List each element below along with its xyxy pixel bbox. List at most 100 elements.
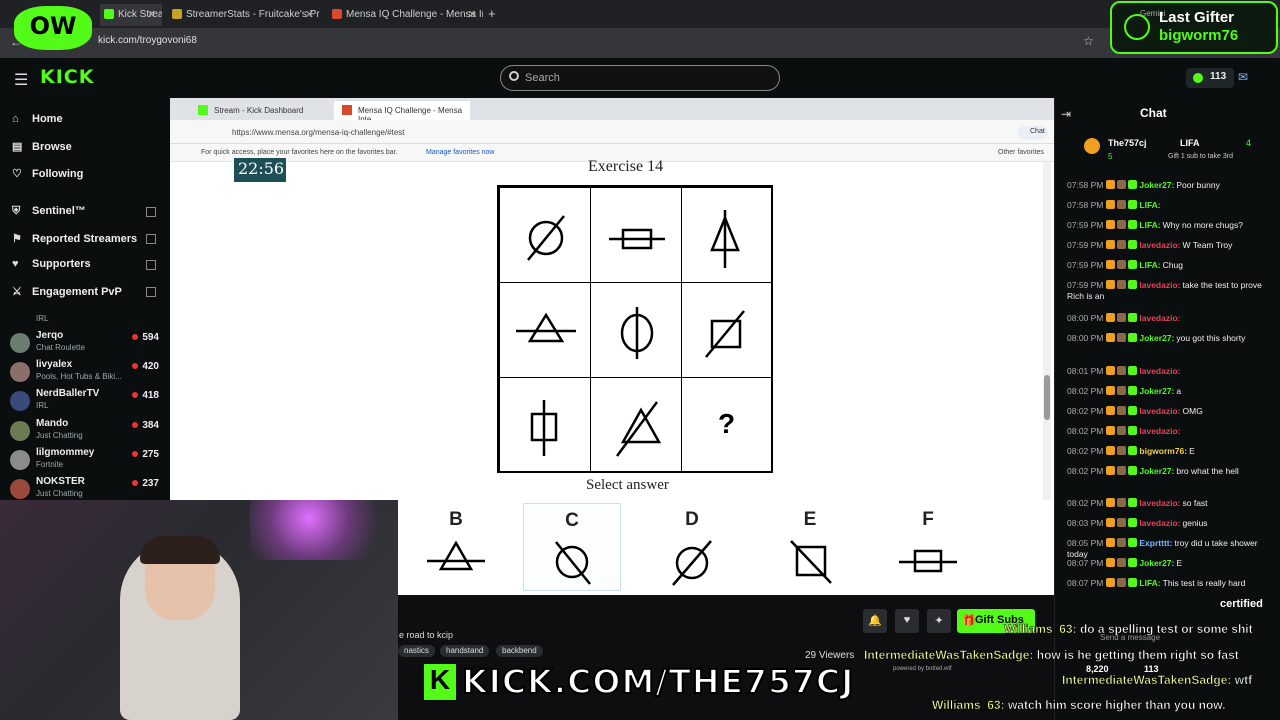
chat-message[interactable]: 08:00 PM lavedazio: bbox=[1067, 313, 1272, 324]
address-bar[interactable]: kick.com/troygovoni68 bbox=[98, 35, 197, 46]
rival-gifter-name: LIFA bbox=[1180, 138, 1200, 148]
chat-timestamp: 08:02 PM bbox=[1067, 466, 1104, 476]
sidebar-item-engagement-pvp[interactable]: ⚔ Engagement PvP bbox=[12, 285, 122, 298]
chat-message[interactable]: 08:05 PM Exprtttt: troy did u take shower … bbox=[1067, 538, 1272, 560]
scrollbar-thumb[interactable] bbox=[1044, 375, 1050, 420]
chat-message[interactable]: 08:02 PM lavedazio: so fast bbox=[1067, 498, 1272, 509]
chat-timestamp: 08:01 PM bbox=[1067, 366, 1104, 376]
chat-username[interactable]: Exprtttt: bbox=[1139, 538, 1172, 548]
kick-logo[interactable]: KICK bbox=[40, 66, 94, 88]
chat-username[interactable]: Joker27: bbox=[1139, 180, 1174, 190]
inner-tab-mensa[interactable]: Mensa IQ Challenge - Mensa Inte bbox=[334, 101, 470, 124]
gift-badge-icon bbox=[1128, 280, 1138, 289]
other-favorites[interactable]: Other favorites bbox=[998, 149, 1044, 156]
chat-username[interactable]: bigworm76: bbox=[1139, 446, 1187, 456]
channel-item[interactable]: lilgmommey Fortnite 275 bbox=[10, 447, 165, 475]
chat-username[interactable]: lavedazio: bbox=[1139, 498, 1180, 508]
chat-message[interactable]: 08:02 PM Joker27: a bbox=[1067, 386, 1272, 397]
chat-message[interactable]: 08:02 PM lavedazio: bbox=[1067, 426, 1272, 437]
manage-favorites-link[interactable]: Manage favorites now bbox=[426, 149, 494, 156]
close-icon[interactable]: ✕ bbox=[468, 8, 477, 21]
chat-timestamp: 08:07 PM bbox=[1067, 558, 1104, 568]
answer-option-c[interactable]: C bbox=[523, 503, 621, 591]
channel-item[interactable]: Jerqo Chat Roulette 594 bbox=[10, 330, 165, 358]
chat-message[interactable]: 07:59 PM LIFA: Chug bbox=[1067, 260, 1272, 271]
external-link-icon[interactable] bbox=[146, 287, 156, 297]
chat-username[interactable]: LIFA: bbox=[1139, 200, 1160, 210]
sub-badge-icon bbox=[1117, 446, 1127, 455]
chat-message[interactable]: 08:02 PM bigworm76: E bbox=[1067, 446, 1272, 457]
sidebar-item-following[interactable]: ♡ Following bbox=[12, 167, 83, 180]
chat-username[interactable]: lavedazio: bbox=[1139, 518, 1180, 528]
chat-username[interactable]: LIFA: bbox=[1139, 220, 1160, 230]
sidebar-item-reported-streamers[interactable]: ⚑ Reported Streamers bbox=[12, 232, 137, 245]
chat-message[interactable]: 07:59 PM lavedazio: take the test to prove… bbox=[1067, 280, 1272, 302]
copilot-chat-button[interactable]: Chat bbox=[1018, 126, 1048, 139]
notifications-icon[interactable]: ✉ bbox=[1238, 70, 1248, 84]
streamerstats-favicon-icon bbox=[172, 9, 182, 19]
chat-username[interactable]: LIFA: bbox=[1139, 578, 1160, 588]
chat-message[interactable]: 08:02 PM lavedazio: OMG bbox=[1067, 406, 1272, 417]
answer-option-d[interactable]: D bbox=[643, 503, 741, 591]
chat-username[interactable]: Joker27: bbox=[1139, 558, 1174, 568]
chat-username[interactable]: LIFA: bbox=[1139, 260, 1160, 270]
channel-item[interactable]: NerdBallerTV IRL 418 bbox=[10, 388, 165, 416]
chat-username[interactable]: lavedazio: bbox=[1139, 240, 1180, 250]
browser-tab-mensa[interactable]: Mensa IQ Challenge - Mensa In ✕ bbox=[328, 4, 483, 26]
close-icon[interactable]: ✕ bbox=[147, 8, 156, 21]
chat-message[interactable]: 07:59 PM lavedazio: W Team Troy bbox=[1067, 240, 1272, 251]
bookmark-star-icon[interactable]: ☆ bbox=[1083, 34, 1094, 48]
stream-tag[interactable]: backbend bbox=[496, 645, 543, 657]
browser-tab-kick[interactable]: Kick Stream - Watch Live ✕ bbox=[100, 4, 162, 26]
stream-tag[interactable]: handstand bbox=[440, 645, 490, 657]
sidebar-item-sentinel[interactable]: ⛨ Sentinel™ bbox=[12, 205, 86, 218]
channel-item[interactable]: livyalex Pools, Hot Tubs & Biki... 420 bbox=[10, 359, 165, 387]
channel-item[interactable]: Mando Just Chatting 384 bbox=[10, 418, 165, 446]
sidebar-item-supporters[interactable]: ♥ Supporters bbox=[12, 258, 91, 270]
chat-message[interactable]: 07:58 PM LIFA: bbox=[1067, 200, 1272, 211]
scrollbar[interactable] bbox=[1043, 162, 1051, 500]
answer-option-e[interactable]: E bbox=[761, 503, 859, 591]
chat-message[interactable]: 08:03 PM lavedazio: genius bbox=[1067, 518, 1272, 529]
stream-tag[interactable]: nastics bbox=[398, 645, 435, 657]
inner-address-bar[interactable]: https://www.mensa.org/mensa-iq-challenge… bbox=[232, 128, 405, 137]
chat-message[interactable]: 07:58 PM Joker27: Poor bunny bbox=[1067, 180, 1272, 191]
answer-option-f[interactable]: F bbox=[879, 503, 977, 591]
webcam-feed bbox=[0, 500, 398, 720]
external-link-icon[interactable] bbox=[146, 207, 156, 217]
collapse-chat-icon[interactable]: ⇥ bbox=[1061, 107, 1071, 121]
chat-username[interactable]: lavedazio: bbox=[1139, 426, 1180, 436]
chat-message[interactable]: 08:00 PM Joker27: you got this shorty bbox=[1067, 333, 1272, 344]
sub-badge-icon bbox=[1117, 180, 1127, 189]
menu-icon[interactable]: ☰ bbox=[14, 70, 28, 90]
chat-message[interactable]: 08:07 PM LIFA: This test is really hard bbox=[1067, 578, 1272, 589]
sidebar-item-browse[interactable]: ▤ Browse bbox=[12, 140, 72, 153]
chat-message[interactable]: 07:59 PM LIFA: Why no more chugs? bbox=[1067, 220, 1272, 231]
inner-tab-dashboard[interactable]: Stream - Kick Dashboard bbox=[190, 101, 330, 120]
top-gifter-name: The757cj bbox=[1108, 138, 1147, 148]
sidebar-item-home[interactable]: ⌂ Home bbox=[12, 113, 63, 125]
chat-username[interactable]: lavedazio: bbox=[1139, 406, 1180, 416]
close-icon[interactable]: ✕ bbox=[305, 8, 314, 21]
answer-option-b[interactable]: B bbox=[407, 503, 505, 591]
chat-timestamp: 07:59 PM bbox=[1067, 260, 1104, 270]
follow-heart-icon[interactable]: ♥ bbox=[895, 609, 919, 633]
chat-username[interactable]: lavedazio: bbox=[1139, 280, 1180, 290]
chat-message[interactable]: 08:01 PM lavedazio: bbox=[1067, 366, 1272, 377]
chat-message[interactable]: 08:02 PM Joker27: bro what the hell bbox=[1067, 466, 1272, 477]
chat-timestamp: 08:02 PM bbox=[1067, 406, 1104, 416]
chat-username[interactable]: Joker27: bbox=[1139, 386, 1174, 396]
external-link-icon[interactable] bbox=[146, 234, 156, 244]
browser-tab-streamerstats[interactable]: StreamerStats - Fruitcake's Prof ✕ bbox=[168, 4, 320, 26]
chat-message[interactable]: 08:07 PM Joker27: E bbox=[1067, 558, 1272, 569]
chat-username[interactable]: lavedazio: bbox=[1139, 313, 1180, 323]
sparkle-icon[interactable]: ✦ bbox=[927, 609, 951, 633]
external-link-icon[interactable] bbox=[146, 260, 156, 270]
search-input[interactable]: Search bbox=[500, 65, 780, 91]
bell-icon[interactable]: 🔔 bbox=[863, 609, 887, 633]
vip-badge-icon bbox=[1106, 518, 1116, 527]
chat-username[interactable]: Joker27: bbox=[1139, 466, 1174, 476]
new-tab-icon[interactable]: + bbox=[488, 6, 496, 21]
chat-username[interactable]: lavedazio: bbox=[1139, 366, 1180, 376]
chat-username[interactable]: Joker27: bbox=[1139, 333, 1174, 343]
